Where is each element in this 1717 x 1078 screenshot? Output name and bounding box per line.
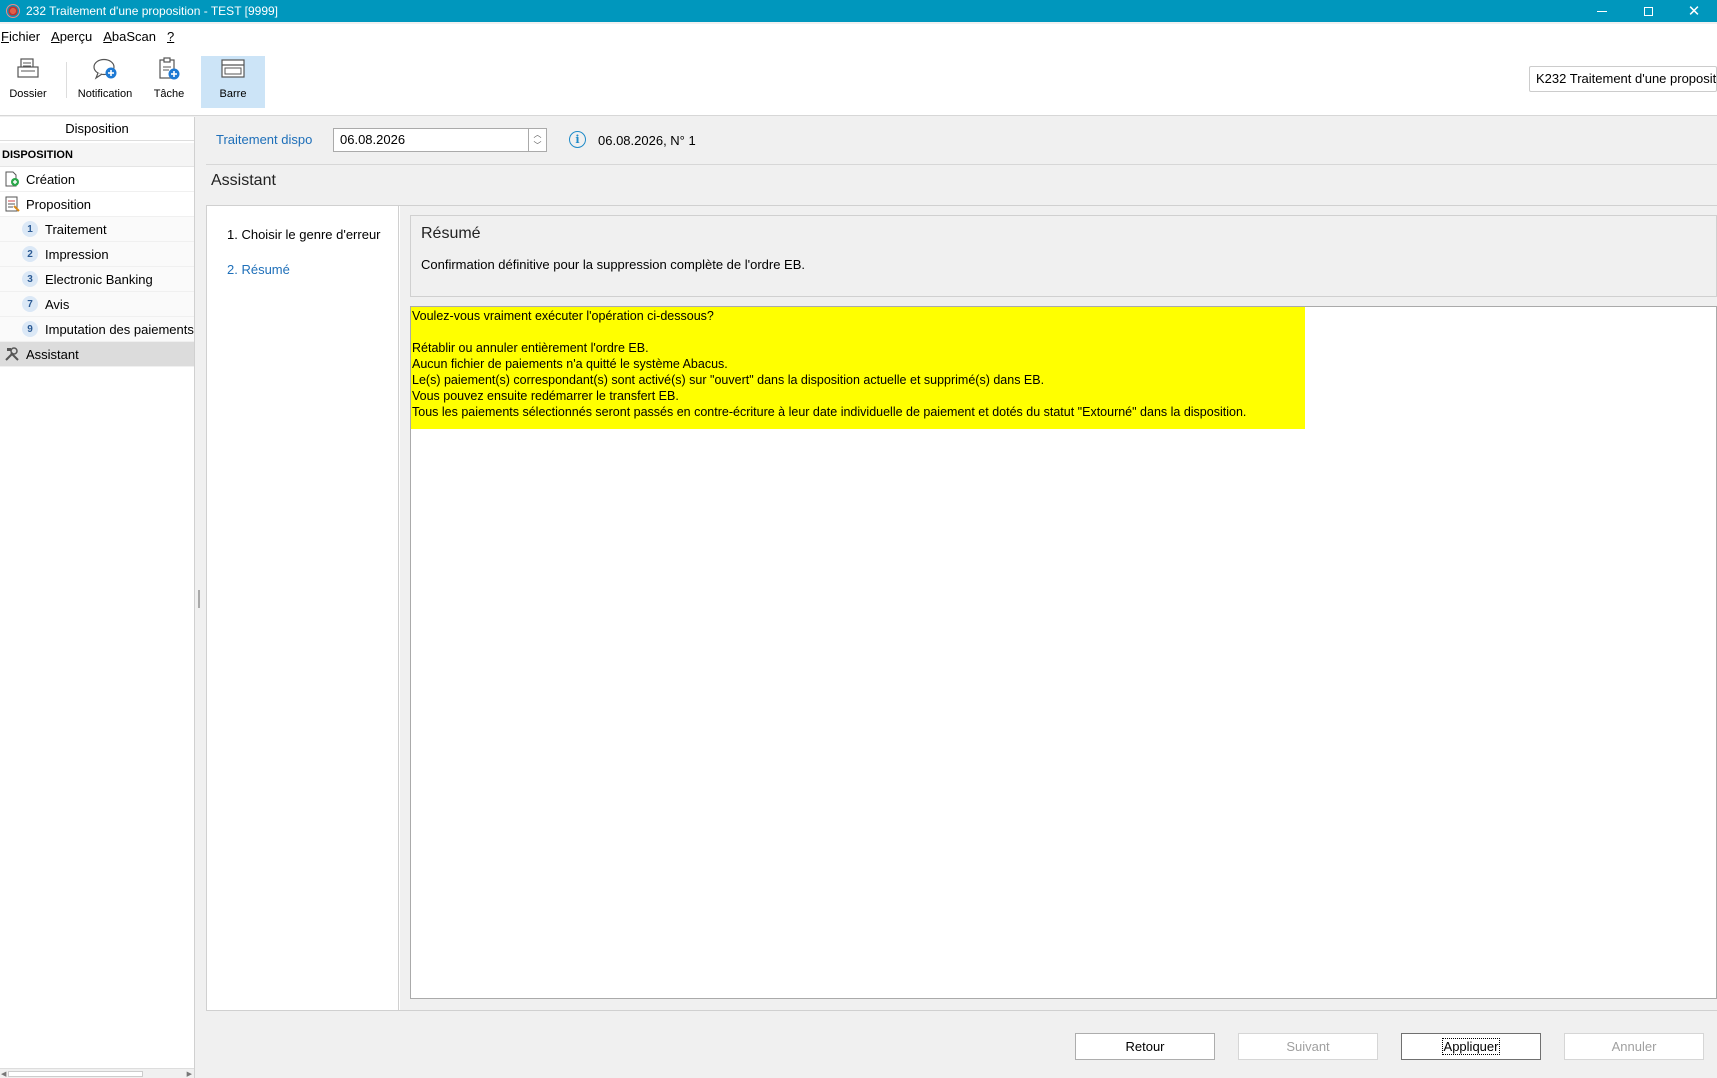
sidebar-section-title: DISPOSITION	[0, 143, 194, 167]
sidebar-header[interactable]: Disposition	[0, 117, 194, 141]
filter-result: 06.08.2026, N° 1	[598, 133, 696, 148]
step-number-badge: 2	[22, 246, 38, 262]
tache-button[interactable]: Tâche	[146, 56, 192, 106]
summary-title: Résumé	[421, 225, 481, 242]
toolbar-separator	[66, 62, 67, 98]
menu-abascan[interactable]: AbaScan	[102, 29, 162, 44]
close-icon[interactable]: ✕	[1671, 0, 1717, 22]
step-number-badge: 3	[22, 271, 38, 287]
title-bar: 232 Traitement d'une proposition - TEST …	[0, 0, 1717, 22]
sidebar-subitem-avis[interactable]: 7 Avis	[0, 292, 194, 317]
program-search-input[interactable]: K232 Traitement d'une propositi	[1529, 66, 1717, 92]
info-icon[interactable]: i	[569, 131, 586, 148]
scroll-right-icon[interactable]: ▶	[187, 1070, 192, 1078]
notification-label: Notification	[77, 88, 133, 100]
sidebar-item-creation[interactable]: Création	[0, 167, 194, 192]
dossier-label: Dossier	[9, 88, 47, 100]
scroll-left-icon[interactable]: ◀	[1, 1070, 6, 1078]
appliquer-button[interactable]: Appliquer	[1401, 1033, 1541, 1060]
sidebar-item-label: Imputation des paiements	[45, 321, 194, 337]
step-number-badge: 1	[22, 221, 38, 237]
sidebar-horizontal-scrollbar[interactable]: ◀ ▶	[0, 1068, 194, 1078]
menu-help[interactable]: ?	[166, 29, 180, 44]
add-document-icon	[5, 171, 19, 187]
confirmation-text-area[interactable]: Voulez-vous vraiment exécuter l'opératio…	[410, 306, 1717, 999]
sidebar-subitem-electronic-banking[interactable]: 3 Electronic Banking	[0, 267, 194, 292]
barre-button[interactable]: Barre	[201, 56, 265, 108]
task-icon	[159, 57, 180, 80]
dossier-icon	[17, 58, 39, 78]
assistant-title: Assistant	[211, 172, 276, 189]
message-line: Aucun fichier de paiements n'a quitté le…	[412, 357, 728, 371]
message-line: Rétablir ou annuler entièrement l'ordre …	[412, 341, 649, 355]
sidebar-item-assistant[interactable]: Assistant	[0, 342, 194, 367]
proposal-icon	[5, 196, 20, 212]
sidebar: Disposition DISPOSITION Création Proposi…	[0, 117, 195, 1078]
barre-label: Barre	[219, 88, 247, 100]
date-spinner[interactable]: ︿ ﹀	[529, 128, 547, 152]
sidebar-item-label: Proposition	[26, 196, 92, 212]
sidebar-subitem-imputation[interactable]: 9 Imputation des paiements	[0, 317, 194, 342]
menu-fichier[interactable]: Fichier	[0, 29, 46, 44]
sidebar-item-proposition[interactable]: Proposition	[0, 192, 194, 217]
sidebar-item-label: Avis	[45, 296, 70, 312]
summary-box: Résumé Confirmation définitive pour la s…	[410, 215, 1717, 297]
wizard-steps: 1. Choisir le genre d'erreur 2. Résumé	[206, 206, 399, 1011]
step-number-badge: 9	[22, 321, 38, 337]
spin-up-icon[interactable]: ︿	[529, 129, 546, 140]
notification-button[interactable]: Notification	[76, 56, 134, 106]
appliquer-label: Appliquer	[1441, 1038, 1501, 1055]
dossier-button[interactable]: Dossier	[4, 56, 52, 106]
message-line: Tous les paiements sélectionnés seront p…	[412, 405, 1247, 419]
filter-row: Traitement dispo 06.08.2026 ︿ ﹀ i 06.08.…	[206, 117, 1717, 165]
sidebar-subitem-impression[interactable]: 2 Impression	[0, 242, 194, 267]
sidebar-subitem-traitement[interactable]: 1 Traitement	[0, 217, 194, 242]
sidebar-item-label: Electronic Banking	[45, 271, 153, 287]
wizard-panel: 1. Choisir le genre d'erreur 2. Résumé R…	[206, 205, 1717, 1011]
notification-icon	[93, 58, 117, 80]
tools-icon	[5, 347, 19, 361]
main-panel: Traitement dispo 06.08.2026 ︿ ﹀ i 06.08.…	[206, 117, 1717, 1078]
message-line: Vous pouvez ensuite redémarrer le transf…	[412, 389, 679, 403]
bar-icon	[221, 59, 245, 78]
sidebar-splitter[interactable]	[198, 590, 200, 608]
message-line	[412, 324, 1304, 340]
retour-button[interactable]: Retour	[1075, 1033, 1215, 1060]
message-line: Le(s) paiement(s) correspondant(s) sont …	[412, 373, 1045, 387]
window-title: 232 Traitement d'une proposition - TEST …	[26, 4, 278, 18]
maximize-icon[interactable]	[1625, 0, 1671, 22]
wizard-step-1[interactable]: 1. Choisir le genre d'erreur	[227, 227, 381, 242]
wizard-content: Résumé Confirmation définitive pour la s…	[400, 206, 1717, 1011]
minimize-icon[interactable]	[1579, 0, 1625, 22]
filter-label[interactable]: Traitement dispo	[216, 132, 312, 147]
spin-down-icon[interactable]: ﹀	[529, 140, 546, 151]
date-input[interactable]: 06.08.2026	[333, 128, 529, 152]
menu-apercu[interactable]: Aperçu	[50, 29, 98, 44]
step-number-badge: 7	[22, 296, 38, 312]
annuler-button[interactable]: Annuler	[1564, 1033, 1704, 1060]
confirmation-message: Voulez-vous vraiment exécuter l'opératio…	[411, 307, 1305, 429]
summary-description: Confirmation définitive pour la suppress…	[421, 257, 806, 272]
sidebar-item-label: Assistant	[26, 346, 79, 362]
message-line: Voulez-vous vraiment exécuter l'opératio…	[412, 309, 714, 323]
scrollbar-thumb[interactable]	[8, 1071, 143, 1077]
sidebar-item-label: Création	[26, 171, 76, 187]
tache-label: Tâche	[153, 88, 185, 100]
app-icon	[6, 4, 20, 18]
button-bar: Retour Suivant Appliquer Annuler	[206, 1010, 1717, 1078]
wizard-step-2[interactable]: 2. Résumé	[227, 262, 290, 277]
menu-bar: Fichier Aperçu AbaScan ?	[0, 24, 1717, 48]
sidebar-item-label: Traitement	[45, 221, 107, 237]
suivant-button[interactable]: Suivant	[1238, 1033, 1378, 1060]
sidebar-item-label: Impression	[45, 246, 109, 262]
window-controls: ✕	[1579, 0, 1717, 22]
toolbar: Dossier Notification Tâche Barre	[0, 48, 1717, 116]
